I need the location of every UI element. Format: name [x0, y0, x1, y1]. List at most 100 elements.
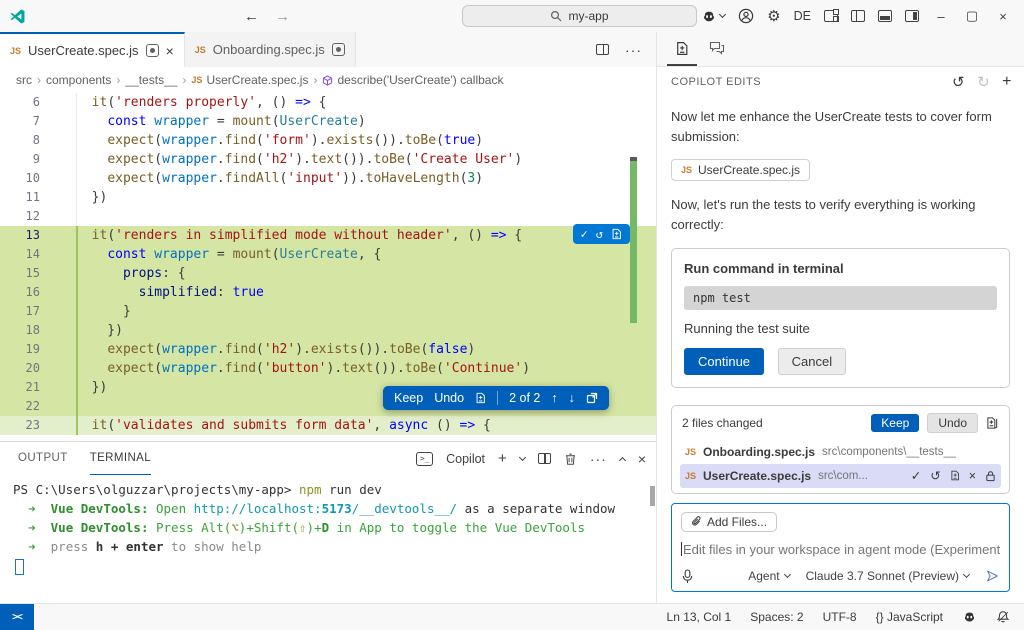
- window-close-button[interactable]: ×: [994, 9, 1012, 24]
- code-line[interactable]: 14 const wrapper = mount(UserCreate, {: [0, 245, 656, 264]
- file-chip[interactable]: JS UserCreate.spec.js: [671, 159, 810, 181]
- chat-input-placeholder[interactable]: Edit files in your workspace in agent mo…: [681, 542, 1000, 557]
- cancel-button[interactable]: Cancel: [778, 348, 846, 375]
- keep-all-button[interactable]: Keep: [871, 414, 919, 432]
- undo-file-icon[interactable]: ↺: [930, 468, 940, 483]
- model-selector[interactable]: Claude 3.7 Sonnet (Preview): [806, 569, 969, 583]
- settings-gear-icon[interactable]: ⚙: [767, 9, 780, 24]
- view-all-edits-icon[interactable]: [986, 416, 999, 430]
- maximize-panel-icon[interactable]: [619, 456, 626, 463]
- tab-close-icon[interactable]: ×: [166, 43, 174, 59]
- notifications-bell-icon[interactable]: [996, 610, 1010, 624]
- language-mode[interactable]: {} JavaScript: [876, 610, 943, 624]
- add-files-button[interactable]: Add Files...: [681, 512, 777, 532]
- line-number: 17: [0, 302, 64, 321]
- redo-edit-icon[interactable]: ↻: [977, 73, 990, 91]
- mode-selector[interactable]: Agent: [748, 569, 789, 583]
- window-minimize-button[interactable]: –: [932, 9, 950, 24]
- command-center-search[interactable]: my-app: [462, 5, 697, 27]
- toggle-primary-sidebar-icon[interactable]: [851, 10, 865, 22]
- open-diff-icon[interactable]: [950, 470, 960, 481]
- code-line[interactable]: 16 simplified: true: [0, 283, 656, 302]
- remove-file-icon[interactable]: ×: [969, 469, 976, 483]
- undo-all-button[interactable]: Undo: [927, 413, 978, 433]
- code-line[interactable]: 11 }): [0, 188, 656, 207]
- tab-terminal[interactable]: TERMINAL: [90, 442, 151, 475]
- terminal-profile-icon[interactable]: >_: [416, 452, 433, 466]
- terminal-scrollbar[interactable]: [650, 486, 655, 506]
- code-line[interactable]: 19 expect(wrapper.find('h2').exists()).t…: [0, 340, 656, 359]
- new-session-icon[interactable]: +: [1002, 73, 1012, 91]
- chat-input-box[interactable]: Add Files... Edit files in your workspac…: [671, 503, 1010, 592]
- code-line[interactable]: 20 expect(wrapper.find('button').text())…: [0, 359, 656, 378]
- keep-button[interactable]: Keep: [394, 391, 423, 405]
- new-terminal-icon[interactable]: +: [498, 450, 507, 467]
- kill-terminal-icon[interactable]: [564, 452, 577, 466]
- tab-label: UserCreate.spec.js: [28, 43, 139, 58]
- breadcrumb-components[interactable]: components: [46, 73, 111, 87]
- terminal-output[interactable]: PS C:\Users\olguzzar\projects\my-app> np…: [0, 475, 656, 575]
- breadcrumb-tests[interactable]: __tests__: [125, 73, 177, 87]
- open-changes-icon[interactable]: [586, 392, 598, 404]
- code-line[interactable]: 17 }: [0, 302, 656, 321]
- tab-copilot-chat[interactable]: [701, 32, 733, 66]
- editor-more-actions-icon[interactable]: ···: [625, 42, 642, 58]
- code-line[interactable]: 6 it('renders properly', () => {: [0, 93, 656, 112]
- panel-more-actions-icon[interactable]: ···: [590, 451, 607, 467]
- split-editor-icon[interactable]: [596, 44, 609, 55]
- indentation-setting[interactable]: Spaces: 2: [750, 610, 803, 624]
- previous-change-icon[interactable]: ↑: [551, 391, 557, 405]
- encoding-setting[interactable]: UTF-8: [823, 610, 857, 624]
- code-editor[interactable]: 6 it('renders properly', () => {7 const …: [0, 93, 656, 441]
- breadcrumb-symbol[interactable]: describe('UserCreate') callback: [322, 73, 503, 87]
- send-icon[interactable]: [985, 569, 1000, 583]
- code-line[interactable]: 7 const wrapper = mount(UserCreate): [0, 112, 656, 131]
- terminal-name[interactable]: Copilot: [446, 452, 485, 466]
- continue-button[interactable]: Continue: [684, 348, 764, 375]
- code-line[interactable]: 23 it('validates and submits form data',…: [0, 416, 656, 435]
- tab-onboarding-spec[interactable]: JS Onboarding.spec.js: [185, 32, 356, 67]
- js-file-icon: JS: [195, 45, 206, 55]
- modified-indicator-icon[interactable]: [332, 43, 345, 56]
- cursor-position[interactable]: Ln 13, Col 1: [667, 610, 732, 624]
- code-line[interactable]: 12: [0, 207, 656, 226]
- account-icon[interactable]: [738, 8, 754, 24]
- close-panel-icon[interactable]: ×: [638, 451, 646, 467]
- changed-file-row[interactable]: JS Onboarding.spec.js src\components\__t…: [680, 440, 1001, 464]
- modified-indicator-icon[interactable]: [146, 44, 159, 57]
- toggle-secondary-sidebar-icon[interactable]: [905, 10, 919, 22]
- code-line[interactable]: 8 expect(wrapper.find('form').exists()).…: [0, 131, 656, 150]
- next-change-icon[interactable]: ↓: [569, 391, 575, 405]
- diff-file-icon[interactable]: [611, 228, 622, 240]
- diff-file-icon[interactable]: [475, 392, 486, 404]
- code-line[interactable]: 13 it('renders in simplified mode withou…: [0, 226, 656, 245]
- split-terminal-icon[interactable]: [538, 453, 551, 464]
- terminal-dropdown-icon[interactable]: [519, 453, 526, 460]
- changed-file-row[interactable]: JS UserCreate.spec.js src\com... ✓ ↺ ×: [680, 464, 1001, 488]
- accept-change-icon[interactable]: ✓: [581, 227, 588, 241]
- discard-change-icon[interactable]: ↺: [596, 227, 603, 241]
- keep-file-icon[interactable]: ✓: [911, 468, 921, 483]
- copilot-menu-button[interactable]: [701, 10, 725, 23]
- tab-copilot-edits[interactable]: [667, 32, 697, 66]
- toggle-panel-icon[interactable]: [878, 10, 892, 22]
- remote-indicator[interactable]: ><: [0, 604, 34, 630]
- breadcrumb-src[interactable]: src: [16, 73, 32, 87]
- window-maximize-button[interactable]: ▢: [963, 8, 981, 24]
- code-line[interactable]: 15 props: {: [0, 264, 656, 283]
- back-arrow-icon[interactable]: ←: [244, 8, 259, 25]
- tab-output[interactable]: OUTPUT: [18, 442, 68, 475]
- breadcrumb-file[interactable]: JS UserCreate.spec.js: [191, 73, 308, 87]
- lock-file-icon[interactable]: [985, 470, 996, 482]
- overview-ruler-added-region[interactable]: [630, 161, 637, 323]
- customize-layout-icon[interactable]: [824, 10, 838, 22]
- forward-arrow-icon[interactable]: →: [275, 8, 290, 25]
- code-line[interactable]: 10 expect(wrapper.findAll('input')).toHa…: [0, 169, 656, 188]
- undo-button[interactable]: Undo: [434, 391, 464, 405]
- code-line[interactable]: 18 }): [0, 321, 656, 340]
- copilot-status-icon[interactable]: [962, 611, 977, 623]
- undo-edit-icon[interactable]: ↺: [952, 73, 965, 91]
- microphone-icon[interactable]: [681, 569, 694, 584]
- code-line[interactable]: 9 expect(wrapper.find('h2').text()).toBe…: [0, 150, 656, 169]
- tab-usercreate-spec[interactable]: JS UserCreate.spec.js ×: [0, 32, 185, 67]
